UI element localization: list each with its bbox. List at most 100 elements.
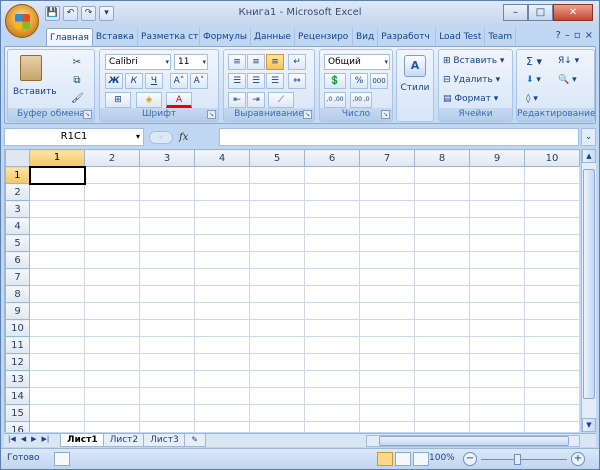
- cell[interactable]: [139, 370, 195, 388]
- tab-team[interactable]: Team: [485, 28, 517, 47]
- cell[interactable]: [414, 234, 470, 252]
- find-select-button[interactable]: 🔍 ▾: [557, 74, 578, 86]
- column-header[interactable]: 6: [304, 149, 360, 167]
- styles-button[interactable]: A Стили: [399, 54, 431, 106]
- cell[interactable]: [469, 302, 525, 320]
- cell[interactable]: [84, 285, 140, 303]
- format-painter-icon[interactable]: 🖌: [70, 92, 84, 104]
- ribbon-minimize-button[interactable]: –: [565, 30, 570, 41]
- cell[interactable]: [359, 166, 415, 184]
- cell[interactable]: [524, 200, 580, 218]
- underline-button[interactable]: Ч: [145, 73, 163, 89]
- zoom-slider-thumb[interactable]: [514, 454, 521, 465]
- cell[interactable]: [29, 336, 85, 354]
- cell[interactable]: [469, 166, 525, 184]
- delete-cells-button[interactable]: ⊟ Удалить ▾: [442, 74, 501, 86]
- cell[interactable]: [469, 421, 525, 432]
- shrink-font-button[interactable]: A˅: [190, 73, 208, 89]
- zoom-in-button[interactable]: +: [571, 452, 585, 466]
- decrease-indent-icon[interactable]: ⇤: [228, 92, 246, 108]
- cell[interactable]: [524, 387, 580, 405]
- expand-formula-bar-icon[interactable]: ⌄: [581, 128, 596, 146]
- row-header[interactable]: 8: [5, 285, 30, 303]
- cell[interactable]: [469, 234, 525, 252]
- cell[interactable]: [84, 353, 140, 371]
- cell[interactable]: [139, 285, 195, 303]
- cell[interactable]: [304, 353, 360, 371]
- cell[interactable]: [469, 285, 525, 303]
- column-header[interactable]: 8: [414, 149, 470, 167]
- cell[interactable]: [249, 387, 305, 405]
- cell[interactable]: [29, 302, 85, 320]
- cell[interactable]: [359, 183, 415, 201]
- font-size-select[interactable]: 11 ▾: [174, 54, 208, 70]
- cell[interactable]: [359, 234, 415, 252]
- column-header[interactable]: 10: [524, 149, 580, 167]
- cell[interactable]: [414, 285, 470, 303]
- cell[interactable]: [524, 166, 580, 184]
- tab-review[interactable]: Рецензиро: [295, 28, 353, 47]
- tab-load-test[interactable]: Load Test: [436, 28, 486, 47]
- cell[interactable]: [84, 319, 140, 337]
- cell[interactable]: [304, 421, 360, 432]
- cell[interactable]: [139, 302, 195, 320]
- cell[interactable]: [29, 183, 85, 201]
- cell[interactable]: [139, 268, 195, 286]
- tab-insert[interactable]: Вставка: [93, 28, 139, 47]
- cell[interactable]: [469, 336, 525, 354]
- cell[interactable]: [29, 370, 85, 388]
- cell[interactable]: [304, 183, 360, 201]
- cell[interactable]: [29, 421, 85, 432]
- help-icon[interactable]: ?: [556, 30, 561, 41]
- cell[interactable]: [524, 336, 580, 354]
- cell[interactable]: [194, 200, 250, 218]
- row-header[interactable]: 4: [5, 217, 30, 235]
- cell[interactable]: [84, 421, 140, 432]
- cell[interactable]: [29, 387, 85, 405]
- formula-cancel-icon[interactable]: ◦: [149, 130, 173, 144]
- cell[interactable]: [524, 268, 580, 286]
- cell[interactable]: [139, 319, 195, 337]
- cell[interactable]: [304, 268, 360, 286]
- column-header[interactable]: 3: [139, 149, 195, 167]
- horizontal-scroll-thumb[interactable]: [379, 436, 569, 446]
- number-launcher-icon[interactable]: ↘: [381, 110, 390, 119]
- decrease-decimal-button[interactable]: ,00 ,0: [350, 92, 372, 108]
- cell[interactable]: [304, 404, 360, 422]
- cell[interactable]: [414, 421, 470, 432]
- cell[interactable]: [139, 336, 195, 354]
- column-header[interactable]: 4: [194, 149, 250, 167]
- sheet-tab-1[interactable]: Лист1: [60, 434, 105, 447]
- cell[interactable]: [304, 336, 360, 354]
- cell[interactable]: [139, 421, 195, 432]
- cell[interactable]: [84, 370, 140, 388]
- sheet-tab-3[interactable]: Лист3: [143, 434, 186, 447]
- ribbon-restore-button[interactable]: ▫: [574, 30, 581, 41]
- cell[interactable]: [414, 200, 470, 218]
- increase-indent-icon[interactable]: ⇥: [247, 92, 265, 108]
- align-top-icon[interactable]: ≡: [228, 54, 246, 70]
- cell[interactable]: [249, 336, 305, 354]
- autosum-button[interactable]: Σ ▾: [525, 54, 543, 69]
- cell[interactable]: [469, 319, 525, 337]
- cell[interactable]: [139, 404, 195, 422]
- bold-button[interactable]: Ж: [105, 73, 123, 89]
- cell[interactable]: [249, 285, 305, 303]
- row-header[interactable]: 9: [5, 302, 30, 320]
- cell[interactable]: [194, 404, 250, 422]
- alignment-launcher-icon[interactable]: ↘: [303, 110, 312, 119]
- wrap-text-icon[interactable]: ↵: [288, 54, 306, 70]
- cell[interactable]: [249, 217, 305, 235]
- cell[interactable]: [359, 217, 415, 235]
- tab-home[interactable]: Главная: [46, 28, 93, 47]
- sheet-tab-2[interactable]: Лист2: [102, 434, 146, 447]
- row-header[interactable]: 13: [5, 370, 30, 388]
- cell[interactable]: [304, 200, 360, 218]
- cell[interactable]: [84, 268, 140, 286]
- cell[interactable]: [359, 404, 415, 422]
- cell[interactable]: [524, 285, 580, 303]
- number-format-select[interactable]: Общий ▾: [324, 54, 390, 70]
- cell[interactable]: [194, 387, 250, 405]
- cell[interactable]: [139, 183, 195, 201]
- cell[interactable]: [194, 353, 250, 371]
